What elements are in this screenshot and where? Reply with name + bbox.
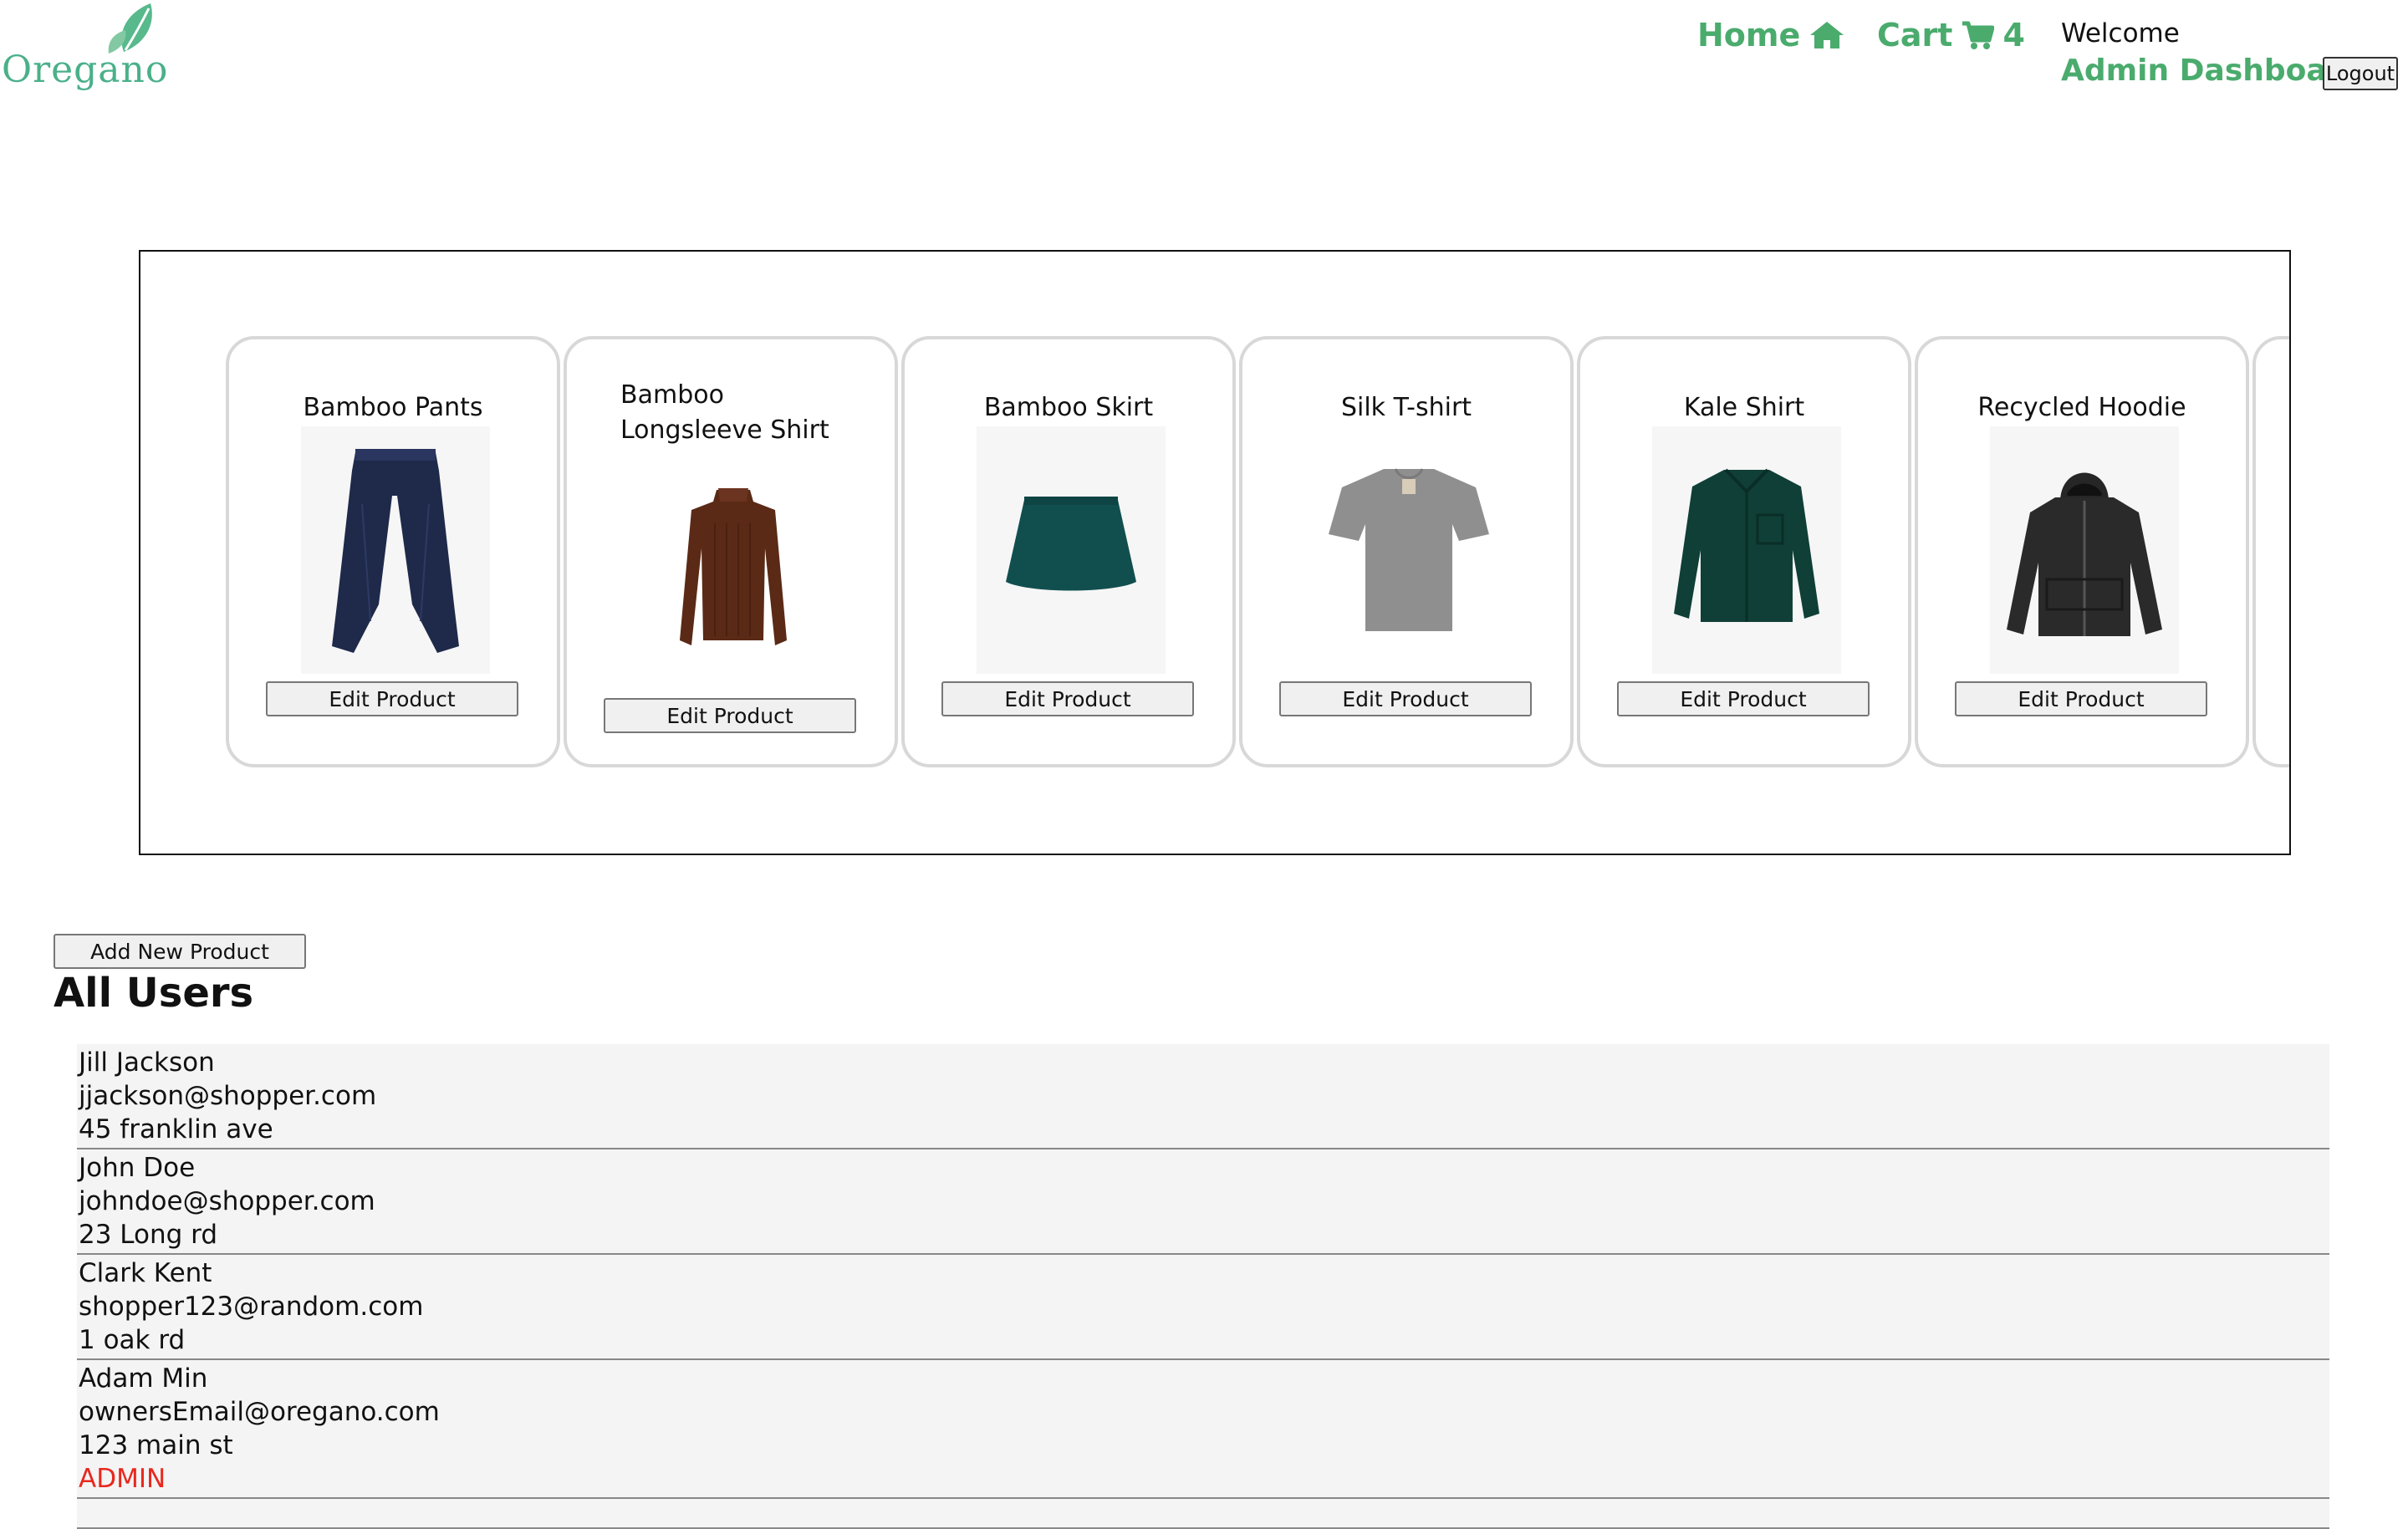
navy-pants-image — [332, 449, 459, 653]
nav-cart-link[interactable]: Cart 4 — [1877, 17, 2025, 54]
user-address: 23 Long rd — [79, 1220, 218, 1250]
product-card-list: Bamboo Pants Edit Product Bamboo Longsle… — [226, 336, 2289, 767]
product-image — [639, 465, 828, 691]
green-shirt-image — [1674, 468, 1819, 622]
black-hoodie-image — [2007, 472, 2162, 636]
user-email: jjackson@shopper.com — [79, 1081, 377, 1111]
product-name: Silk T-shirt — [1340, 393, 1472, 422]
edit-product-button[interactable]: Edit Product — [266, 681, 518, 716]
user-address: 1 oak rd — [79, 1325, 186, 1355]
user-email: shopper123@random.com — [79, 1292, 424, 1322]
product-name: Kale Shirt — [1683, 393, 1805, 422]
product-card: Bamboo Longsleeve Shirt Edit Product — [564, 336, 898, 767]
teal-skirt-image — [1006, 497, 1136, 591]
grey-tshirt-image — [1329, 468, 1489, 631]
product-name: Recycled Hoodie — [1977, 393, 2186, 422]
edit-product-button[interactable]: Edit Product — [1955, 681, 2207, 716]
user-name: John Doe — [79, 1153, 196, 1183]
edit-product-button[interactable]: Edit Product — [604, 698, 856, 733]
product-image — [1652, 426, 1841, 674]
product-image — [301, 426, 490, 674]
product-card: Bamboo Pants Edit Product — [226, 336, 560, 767]
user-email: johndoe@shopper.com — [79, 1186, 375, 1216]
all-users-heading: All Users — [54, 970, 254, 1017]
nav-home-label: Home — [1697, 17, 1801, 54]
product-image — [1314, 426, 1503, 674]
product-card: Recycled Hoodie Edit Product — [1915, 336, 2249, 767]
user-address: 45 franklin ave — [79, 1114, 273, 1144]
edit-product-button[interactable]: Edit Product — [1617, 681, 1870, 716]
user-role-badge: ADMIN — [79, 1464, 166, 1494]
cart-icon — [1962, 21, 1995, 49]
user-row: Adam Min ownersEmail@oregano.com 123 mai… — [77, 1360, 2329, 1499]
brown-longsleeve-image — [680, 488, 787, 645]
product-name: Bamboo Longsleeve Shirt — [620, 380, 829, 445]
add-new-product-button[interactable]: Add New Product — [54, 934, 306, 969]
product-image — [1990, 426, 2179, 674]
oregano-logo[interactable]: Oregano — [0, 0, 176, 104]
user-list: Jill Jackson jjackson@shopper.com 45 fra… — [77, 1044, 2329, 1529]
product-card: Kale Shirt Edit Product — [1577, 336, 1911, 767]
edit-product-button[interactable]: Edit Product — [941, 681, 1194, 716]
user-row: Jill Jackson jjackson@shopper.com 45 fra… — [77, 1044, 2329, 1149]
user-name: Jill Jackson — [79, 1047, 215, 1078]
product-image — [977, 426, 1166, 674]
admin-dashboard-link[interactable]: Admin Dashboard — [2061, 54, 2363, 88]
logo-text: Oregano — [2, 48, 169, 91]
user-email: ownersEmail@oregano.com — [79, 1397, 440, 1427]
user-address: 123 main st — [79, 1430, 233, 1460]
cart-count-badge: 4 — [2002, 17, 2025, 54]
user-row: John Doe johndoe@shopper.com 23 Long rd — [77, 1149, 2329, 1255]
product-carousel[interactable]: Bamboo Pants Edit Product Bamboo Longsle… — [139, 250, 2291, 855]
product-card-partial — [2252, 336, 2289, 767]
welcome-text: Welcome — [2061, 18, 2180, 48]
product-card: Bamboo Skirt Edit Product — [901, 336, 1236, 767]
product-card: Silk T-shirt Edit Product — [1239, 336, 1574, 767]
product-name: Bamboo Pants — [303, 393, 483, 422]
logout-button[interactable]: Logout — [2323, 57, 2398, 90]
user-name: Clark Kent — [79, 1258, 212, 1288]
user-row-partial — [77, 1499, 2329, 1529]
edit-product-button[interactable]: Edit Product — [1279, 681, 1532, 716]
home-icon — [1810, 22, 1844, 48]
product-name: Bamboo Skirt — [983, 393, 1154, 422]
user-name: Adam Min — [79, 1363, 208, 1394]
nav-cart-label: Cart — [1877, 17, 1953, 54]
nav-home-link[interactable]: Home — [1697, 17, 1845, 54]
user-row: Clark Kent shopper123@random.com 1 oak r… — [77, 1255, 2329, 1360]
